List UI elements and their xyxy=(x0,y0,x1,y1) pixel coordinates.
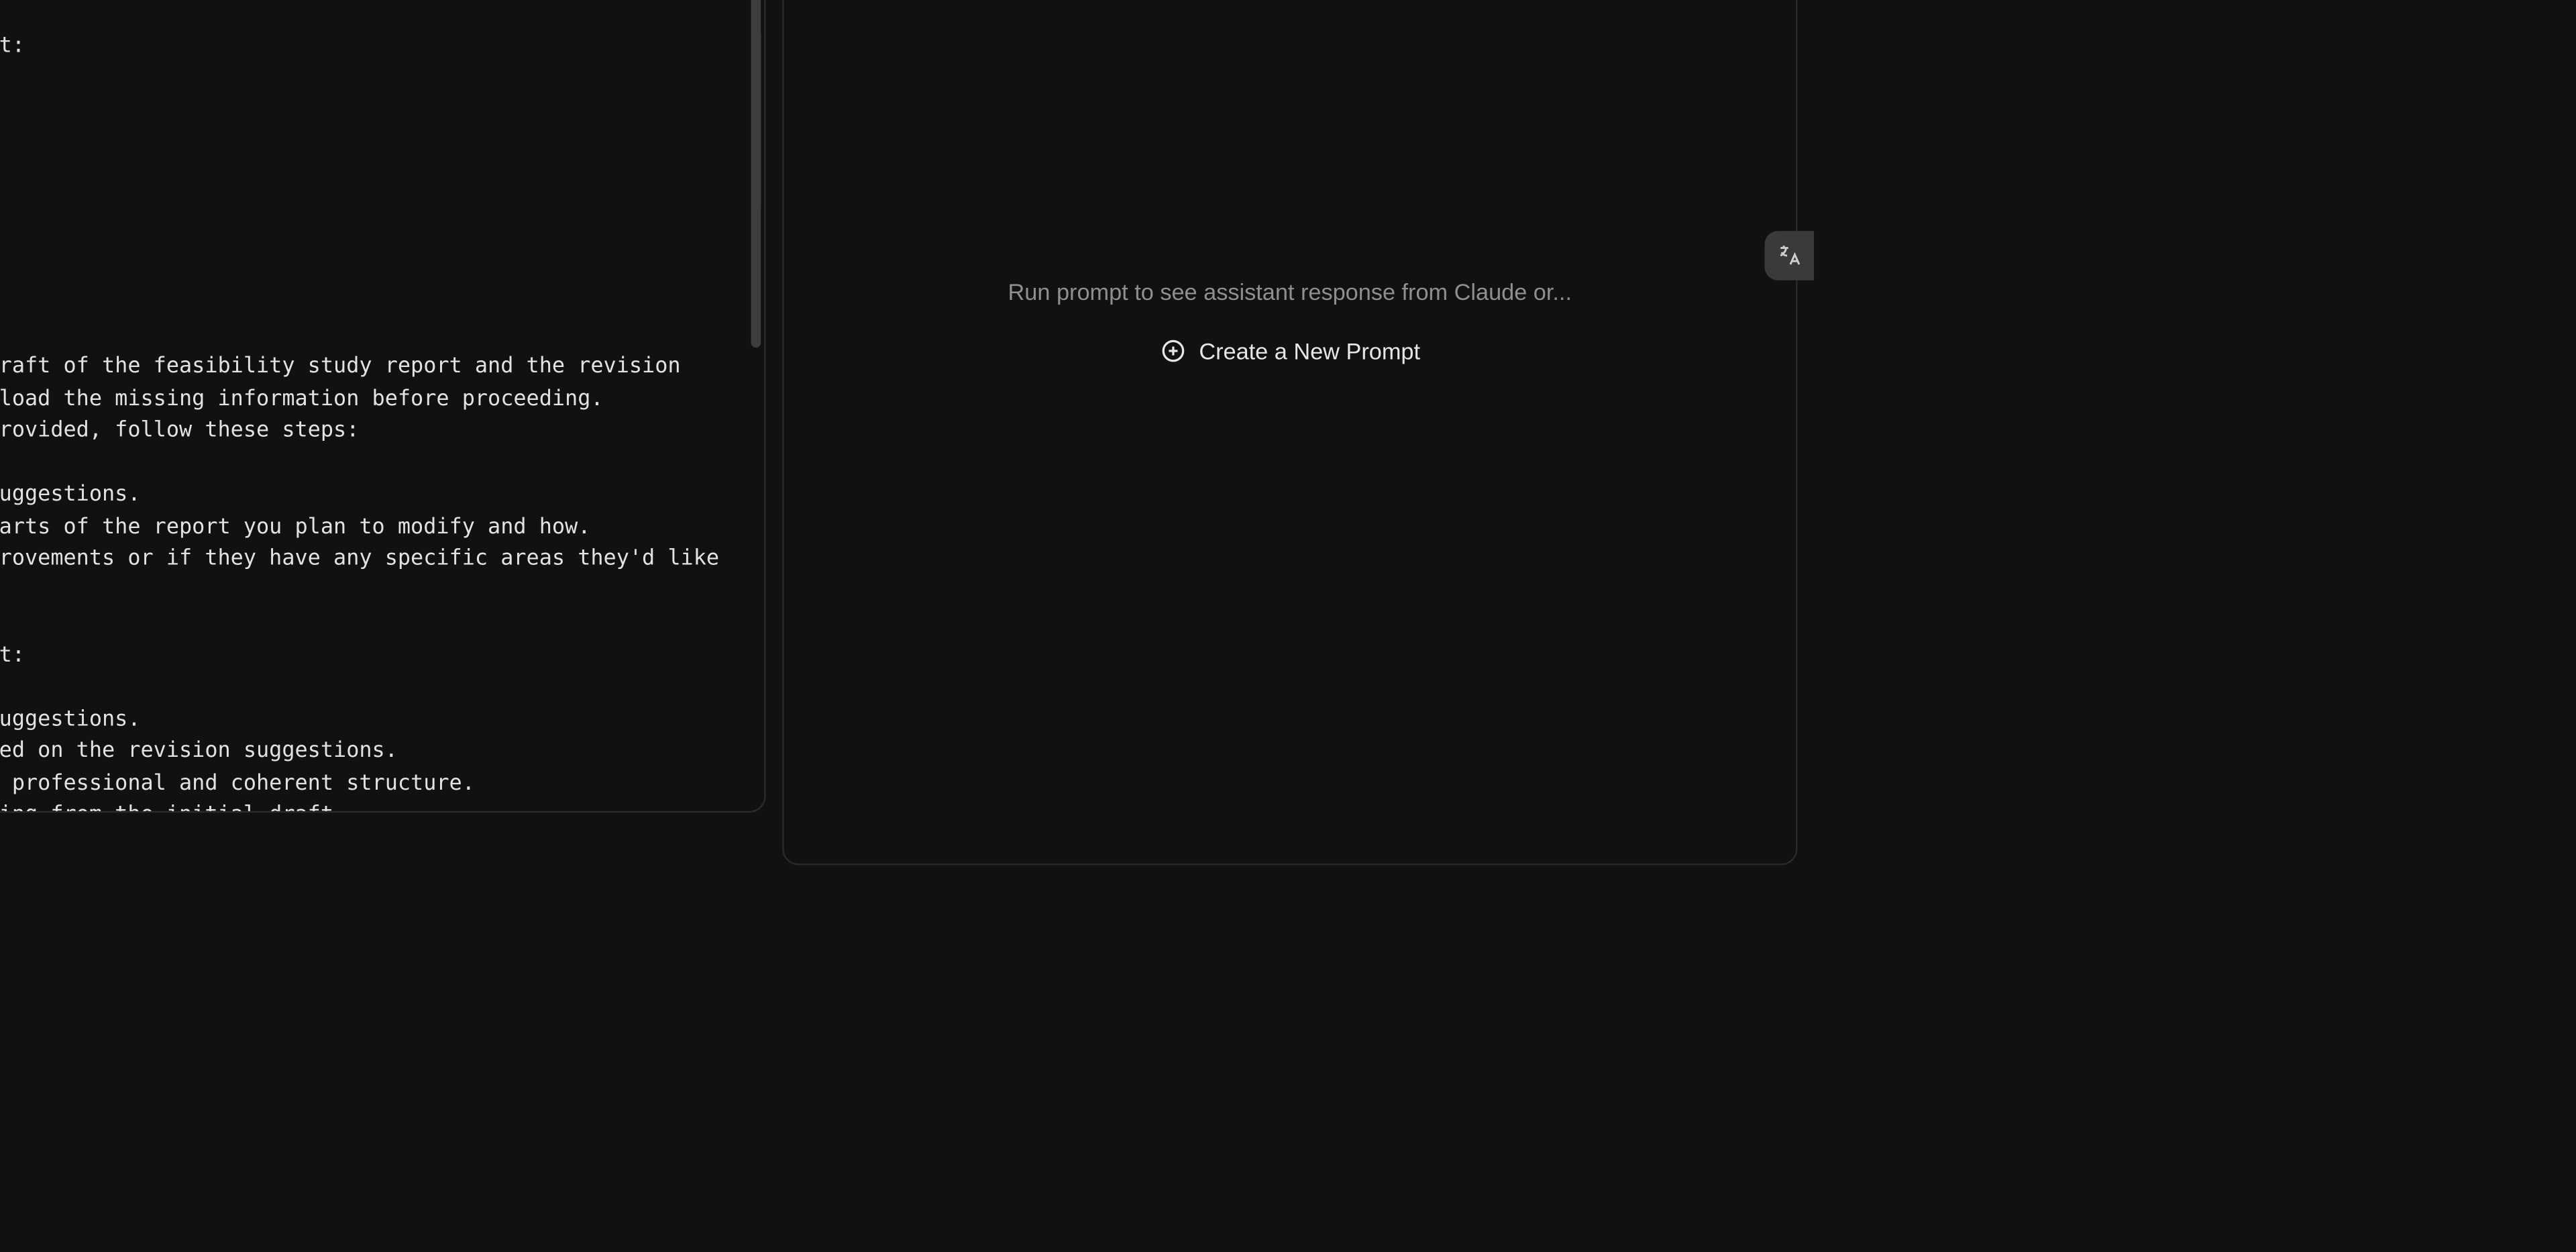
user-message-box: USER You are a professional information … xyxy=(0,0,766,813)
response-panel: Run prompt to see assistant response fro… xyxy=(782,0,1797,866)
scrollbar[interactable] xyxy=(751,0,761,745)
create-new-prompt-button[interactable]: Create a New Prompt xyxy=(1160,337,1420,363)
scrollbar-thumb[interactable] xyxy=(751,0,761,348)
plus-circle-icon xyxy=(1160,337,1186,363)
response-hint: Run prompt to see assistant response fro… xyxy=(1008,278,1572,304)
create-prompt-label: Create a New Prompt xyxy=(1199,337,1420,363)
translate-icon xyxy=(1776,242,1803,268)
user-message-content[interactable]: You are a professional information techn… xyxy=(0,0,764,811)
translate-button[interactable] xyxy=(1765,231,1814,280)
